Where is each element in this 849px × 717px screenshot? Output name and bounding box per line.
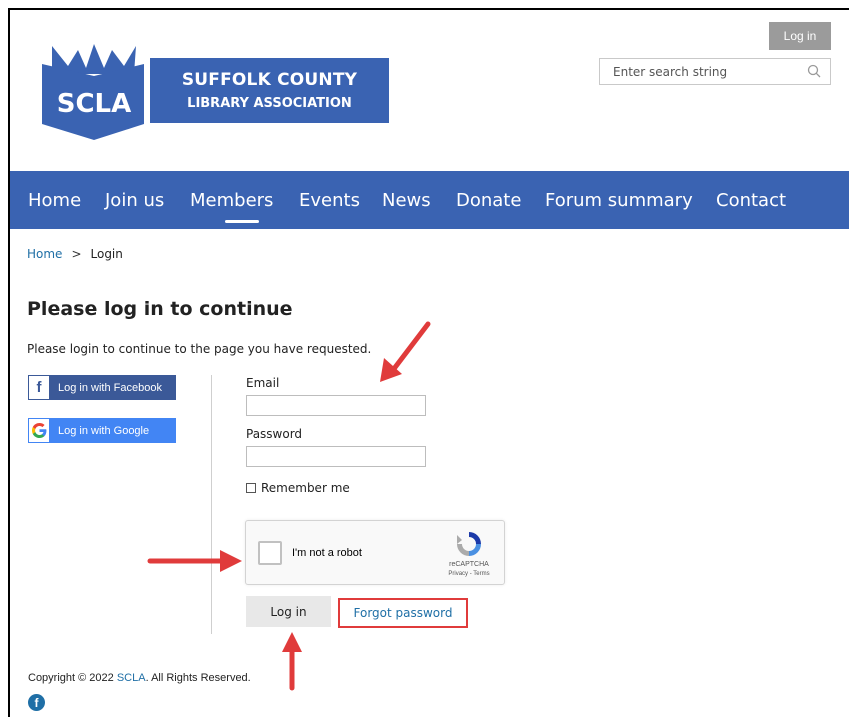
facebook-login-label: Log in with Facebook <box>58 381 162 394</box>
scla-logo-icon: SCLA <box>42 44 144 140</box>
email-label: Email <box>246 376 280 390</box>
main-nav: Home Join us Members Events News Donate … <box>10 171 849 229</box>
column-divider <box>211 375 212 634</box>
remember-me-checkbox[interactable]: Remember me <box>246 481 350 495</box>
copyright-suffix: . All Rights Reserved. <box>145 672 251 684</box>
logo-banner: SUFFOLK COUNTY LIBRARY ASSOCIATION <box>150 58 389 123</box>
nav-item-contact[interactable]: Contact <box>716 190 786 211</box>
login-button[interactable]: Log in <box>246 596 331 627</box>
facebook-login-button[interactable]: f Log in with Facebook <box>28 375 176 400</box>
header-login-button[interactable]: Log in <box>769 22 831 50</box>
recaptcha-label: I'm not a robot <box>292 547 362 559</box>
facebook-footer-icon[interactable]: f <box>28 694 45 711</box>
nav-item-events[interactable]: Events <box>299 190 360 211</box>
breadcrumb: Home > Login <box>27 247 123 261</box>
logo-text: SCLA <box>57 89 132 119</box>
recaptcha-brand: reCAPTCHA <box>449 561 489 568</box>
google-login-label: Log in with Google <box>58 424 150 437</box>
page-subtitle: Please login to continue to the page you… <box>27 342 372 356</box>
recaptcha-checkbox[interactable] <box>258 541 282 565</box>
annotation-arrow-login-icon <box>282 632 302 691</box>
remember-me-label: Remember me <box>261 481 350 495</box>
google-login-button[interactable]: Log in with Google <box>28 418 176 443</box>
nav-item-members[interactable]: Members <box>190 190 273 211</box>
breadcrumb-home-link[interactable]: Home <box>27 247 62 261</box>
checkbox-square[interactable] <box>246 483 256 493</box>
search-icon[interactable] <box>806 63 822 79</box>
nav-item-forum-summary[interactable]: Forum summary <box>545 190 693 211</box>
nav-item-news[interactable]: News <box>382 190 431 211</box>
facebook-icon: f <box>28 375 50 400</box>
copyright-scla-link[interactable]: SCLA <box>117 672 146 684</box>
logo-title-line1: SUFFOLK COUNTY <box>181 70 358 90</box>
breadcrumb-current: Login <box>90 247 123 261</box>
nav-item-home[interactable]: Home <box>28 190 81 211</box>
nav-item-join-us[interactable]: Join us <box>105 190 164 211</box>
google-icon <box>28 418 50 443</box>
logo-title-line2: LIBRARY ASSOCIATION <box>187 96 352 111</box>
email-field[interactable] <box>246 395 426 416</box>
recaptcha-privacy-terms[interactable]: Privacy - Terms <box>442 571 496 577</box>
breadcrumb-separator: > <box>71 247 82 261</box>
copyright-prefix: Copyright © 2022 <box>28 672 117 684</box>
nav-item-donate[interactable]: Donate <box>456 190 521 211</box>
annotation-arrow-captcha-icon <box>147 550 242 572</box>
annotation-arrow-email-icon <box>380 321 431 382</box>
recaptcha-logo-icon <box>457 532 481 556</box>
password-field[interactable] <box>246 446 426 467</box>
page-title: Please log in to continue <box>27 298 293 320</box>
password-label: Password <box>246 427 303 441</box>
search-input[interactable] <box>599 58 831 85</box>
forgot-password-link[interactable]: Forgot password <box>338 598 468 628</box>
copyright-text: Copyright © 2022 SCLA. All Rights Reserv… <box>28 672 251 684</box>
active-nav-indicator <box>225 220 259 223</box>
recaptcha-widget: I'm not a robot reCAPTCHA Privacy - Term… <box>245 520 505 585</box>
